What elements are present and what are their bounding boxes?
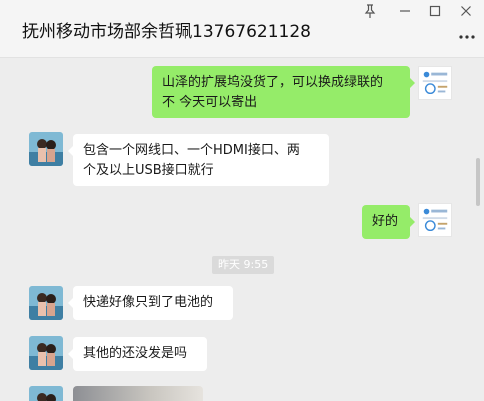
message-bubble-outgoing[interactable]: 山泽的扩展坞没货了，可以换成绿联的 不 今天可以寄出 <box>152 66 415 118</box>
message-text: 快递好像只到了电池的 <box>83 295 214 310</box>
contact-avatar[interactable] <box>29 336 63 370</box>
message-bubble-incoming[interactable]: 包含一个网线口、一个HDMI接口、两 个及以上USB接口就行 <box>68 134 329 186</box>
chat-title: 抚州移动市场部余哲珮13767621128 <box>22 22 311 42</box>
message-text-line: 包含一个网线口、一个HDMI接口、两 <box>83 143 300 158</box>
maximize-icon[interactable] <box>426 3 444 19</box>
message-text-line: 山泽的扩展坞没货了，可以换成绿联的 <box>162 75 384 90</box>
message-bubble-incoming[interactable]: 其他的还没发是吗 <box>68 337 207 371</box>
message-timestamp: 昨天 9:55 <box>212 256 275 274</box>
more-icon[interactable] <box>457 31 477 43</box>
chat-title-bar: 抚州移动市场部余哲珮13767621128 <box>0 0 484 58</box>
contact-avatar[interactable] <box>29 386 63 401</box>
message-bubble-outgoing[interactable]: 好的 <box>362 205 415 239</box>
my-avatar[interactable] <box>418 203 452 237</box>
my-avatar[interactable] <box>418 66 452 100</box>
message-text-line: 不 今天可以寄出 <box>162 95 258 110</box>
message-text: 其他的还没发是吗 <box>83 346 188 361</box>
message-bubble-incoming[interactable]: 快递好像只到了电池的 <box>68 286 233 320</box>
message-text-line: 个及以上USB接口就行 <box>83 163 214 178</box>
contact-avatar[interactable] <box>29 286 63 320</box>
minimize-icon[interactable] <box>396 3 414 19</box>
pin-icon[interactable] <box>361 3 379 19</box>
contact-avatar[interactable] <box>29 132 63 166</box>
close-icon[interactable] <box>457 3 475 19</box>
message-list[interactable]: 山泽的扩展坞没货了，可以换成绿联的 不 今天可以寄出 包含一个网线口、一个HDM… <box>0 58 484 401</box>
scrollbar[interactable] <box>476 158 480 206</box>
message-text: 好的 <box>372 214 399 229</box>
image-message[interactable] <box>73 386 203 401</box>
